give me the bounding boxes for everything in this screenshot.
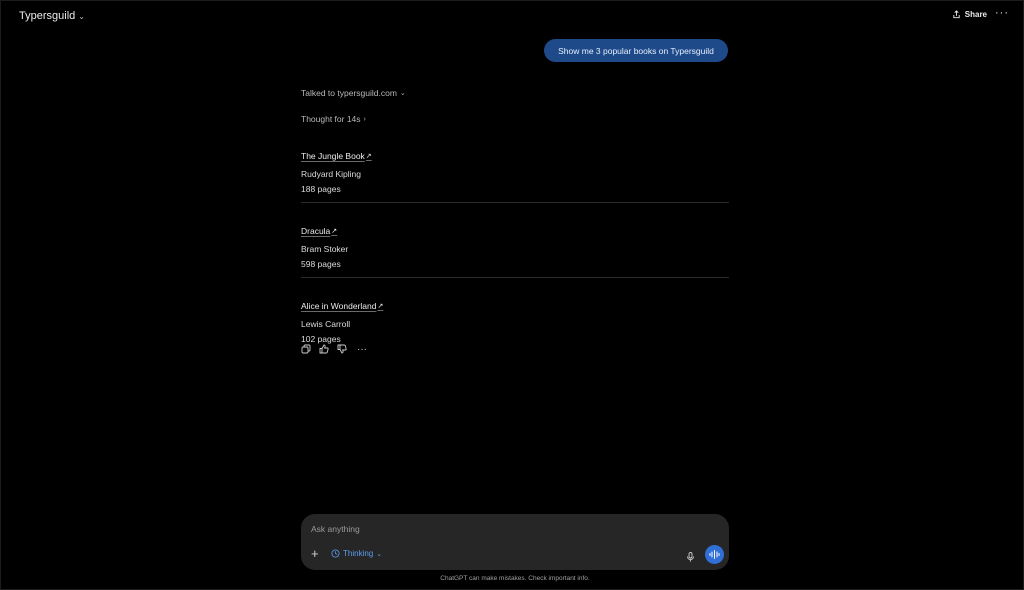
book-item: Dracula ↗ Bram Stoker 598 pages [301, 221, 729, 269]
book-title: Dracula [301, 226, 331, 236]
chevron-down-icon: ⌄ [78, 12, 85, 21]
thumbs-up-icon [319, 344, 329, 354]
more-actions-button[interactable]: ··· [355, 343, 369, 355]
thought-label: Thought for 14s [301, 114, 361, 124]
book-author: Lewis Carroll [301, 319, 351, 329]
thumbs-down-button[interactable] [337, 344, 347, 354]
clock-icon [331, 549, 340, 558]
book-title: The Jungle Book [301, 151, 365, 161]
microphone-icon [687, 552, 694, 562]
external-link-icon: ↗ [331, 228, 338, 235]
book-pages: 102 pages [301, 334, 341, 344]
share-button[interactable]: Share [952, 10, 987, 19]
more-options-button[interactable]: ··· [995, 7, 1009, 19]
disclaimer-text: ChatGPT can make mistakes. Check importa… [440, 575, 590, 582]
tool-call-label: Talked to typersguild.com [301, 88, 397, 98]
external-link-icon: ↗ [377, 303, 384, 310]
copy-button[interactable] [301, 344, 311, 354]
voice-mode-button[interactable] [705, 545, 724, 564]
user-message-bubble: Show me 3 popular books on Typersguild [544, 39, 728, 62]
tool-call-status[interactable]: Talked to typersguild.com ⌄ [301, 88, 729, 98]
share-icon [953, 10, 960, 19]
more-dots-icon: ··· [357, 343, 367, 355]
chevron-down-icon: ⌄ [376, 550, 383, 558]
book-title-link[interactable]: The Jungle Book ↗ [301, 151, 372, 161]
book-pages: 188 pages [301, 184, 341, 194]
waveform-icon [709, 550, 720, 559]
prompt-input[interactable] [311, 524, 611, 534]
book-title: Alice in Wonderland [301, 301, 377, 311]
user-message-text: Show me 3 popular books on Typersguild [558, 45, 714, 56]
external-link-icon: ↗ [365, 153, 372, 160]
chevron-down-icon: ⌄ [399, 90, 406, 97]
chevron-right-icon: › [363, 115, 366, 123]
thinking-mode-button[interactable]: Thinking ⌄ [331, 549, 382, 558]
copy-icon [301, 344, 311, 354]
attach-button[interactable]: + [311, 546, 319, 561]
share-label: Share [964, 10, 987, 19]
book-title-link[interactable]: Alice in Wonderland ↗ [301, 301, 383, 311]
response-actions: ··· [301, 343, 369, 355]
book-author: Bram Stoker [301, 244, 349, 254]
divider [301, 277, 729, 278]
book-pages: 598 pages [301, 259, 341, 269]
book-item: The Jungle Book ↗ Rudyard Kipling 188 pa… [301, 146, 729, 194]
thumbs-up-button[interactable] [319, 344, 329, 354]
thinking-mode-label: Thinking [343, 549, 374, 558]
book-title-link[interactable]: Dracula ↗ [301, 226, 337, 236]
composer: + Thinking ⌄ [301, 514, 729, 570]
book-item: Alice in Wonderland ↗ Lewis Carroll 102 … [301, 296, 729, 344]
divider [301, 202, 729, 203]
book-author: Rudyard Kipling [301, 169, 362, 179]
dictate-button[interactable] [686, 549, 695, 567]
plus-icon: + [311, 546, 319, 561]
model-selector[interactable]: Typersguild ⌄ [19, 10, 85, 22]
thumbs-down-icon [337, 344, 347, 354]
app-title-label: Typersguild [19, 10, 76, 22]
chat-window: Typersguild ⌄ Share ··· Show me 3 popula… [0, 0, 1024, 590]
thought-status[interactable]: Thought for 14s › [301, 114, 729, 124]
